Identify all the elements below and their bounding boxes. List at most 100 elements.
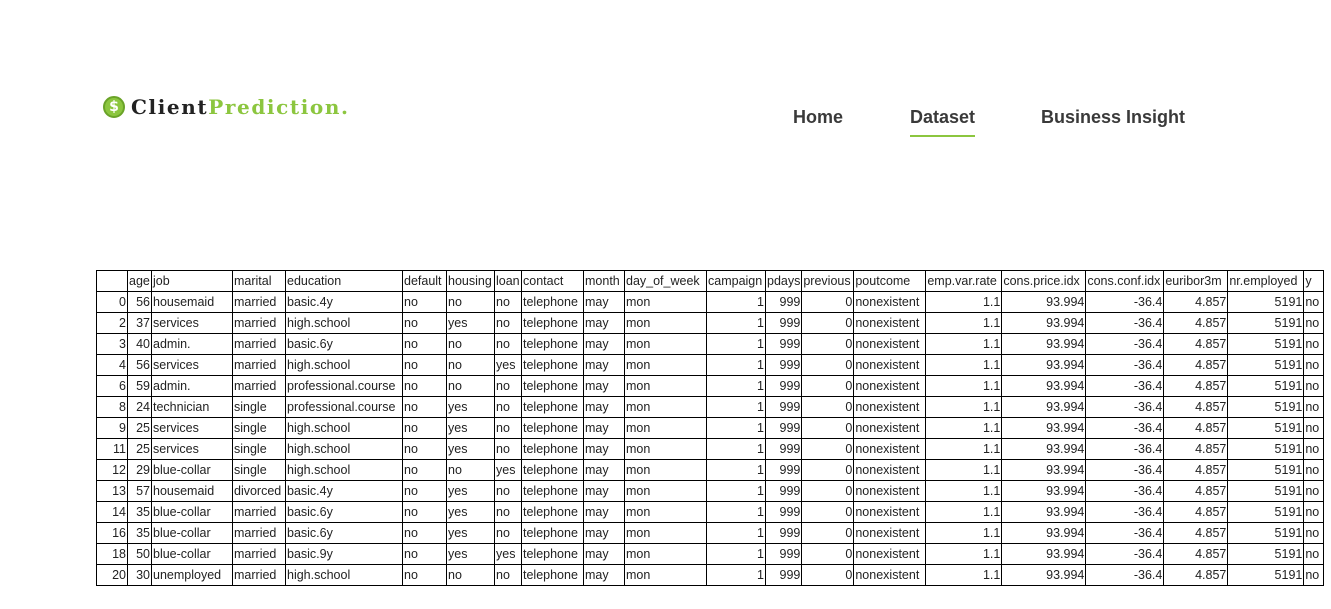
table-cell: yes: [446, 522, 495, 544]
column-header: y: [1303, 270, 1325, 292]
table-cell: 5191: [1227, 291, 1305, 313]
table-cell: telephone: [521, 375, 584, 397]
table-cell: no: [1303, 291, 1325, 313]
table-cell: 1.1: [925, 480, 1003, 502]
table-cell: married: [232, 564, 286, 586]
table-cell: -36.4: [1085, 312, 1165, 334]
table-cell: 5191: [1227, 459, 1305, 481]
table-cell: no: [494, 438, 522, 460]
table-cell: -36.4: [1085, 459, 1165, 481]
table-cell: may: [583, 459, 625, 481]
table-cell: mon: [624, 543, 707, 565]
table-cell: mon: [624, 438, 707, 460]
table-cell: 37: [127, 312, 152, 334]
nav-home[interactable]: Home: [793, 107, 843, 135]
column-header: nr.employed: [1227, 270, 1305, 292]
table-cell: telephone: [521, 396, 584, 418]
table-cell: -36.4: [1085, 438, 1165, 460]
table-cell: may: [583, 291, 625, 313]
table-cell: 4.857: [1163, 564, 1229, 586]
table-cell: 56: [127, 291, 152, 313]
table-cell: telephone: [521, 291, 584, 313]
table-cell: 57: [127, 480, 152, 502]
table-cell: nonexistent: [853, 417, 927, 439]
column-header: marital: [232, 270, 286, 292]
table-cell: may: [583, 480, 625, 502]
table-cell: 1.1: [925, 375, 1003, 397]
table-cell: 1.1: [925, 522, 1003, 544]
table-cell: housemaid: [151, 480, 233, 502]
table-cell: 35: [127, 501, 152, 523]
table-cell: no: [494, 501, 522, 523]
dollar-icon: $: [103, 96, 125, 118]
row-index-cell: 14: [96, 501, 128, 523]
table-cell: 1: [706, 333, 766, 355]
table-cell: nonexistent: [853, 564, 927, 586]
row-index-cell: 16: [96, 522, 128, 544]
table-cell: no: [402, 438, 447, 460]
table-cell: no: [494, 291, 522, 313]
table-cell: 999: [764, 375, 803, 397]
brand-logo[interactable]: $ ClientPrediction.: [103, 95, 350, 119]
table-cell: married: [232, 291, 286, 313]
table-cell: 0: [801, 312, 855, 334]
table-cell: blue-collar: [151, 459, 233, 481]
table-cell: admin.: [151, 333, 233, 355]
table-row: 11 25 services single high.school no yes no tele…: [96, 438, 1325, 460]
table-cell: 93.994: [1001, 333, 1087, 355]
table-cell: single: [232, 417, 286, 439]
table-cell: 0: [801, 354, 855, 376]
table-cell: no: [494, 480, 522, 502]
column-header: contact: [521, 270, 584, 292]
table-row: 20 30 unemployed married high.school no no no te…: [96, 564, 1325, 586]
table-cell: basic.9y: [285, 543, 403, 565]
table-cell: mon: [624, 354, 707, 376]
table-cell: 40: [127, 333, 152, 355]
table-header: age job marital education default housing loan…: [96, 270, 1325, 292]
table-cell: 999: [764, 438, 803, 460]
table-cell: -36.4: [1085, 375, 1165, 397]
table-cell: no: [1303, 522, 1325, 544]
nav-business-insight[interactable]: Business Insight: [1041, 107, 1185, 135]
table-cell: 1.1: [925, 543, 1003, 565]
table-cell: mon: [624, 312, 707, 334]
table-cell: 5191: [1227, 522, 1305, 544]
table-cell: 5191: [1227, 354, 1305, 376]
table-cell: may: [583, 564, 625, 586]
table-cell: 1.1: [925, 564, 1003, 586]
table-cell: 1: [706, 438, 766, 460]
table-cell: mon: [624, 459, 707, 481]
table-cell: 999: [764, 291, 803, 313]
table-cell: nonexistent: [853, 501, 927, 523]
row-index-cell: 20: [96, 564, 128, 586]
table-cell: blue-collar: [151, 501, 233, 523]
column-header: housing: [446, 270, 495, 292]
table-cell: mon: [624, 291, 707, 313]
table-cell: 1: [706, 375, 766, 397]
table-cell: services: [151, 438, 233, 460]
table-cell: housemaid: [151, 291, 233, 313]
table-cell: 4.857: [1163, 375, 1229, 397]
table-cell: -36.4: [1085, 501, 1165, 523]
table-cell: basic.4y: [285, 480, 403, 502]
table-cell: no: [446, 333, 495, 355]
table-cell: mon: [624, 417, 707, 439]
table-cell: admin.: [151, 375, 233, 397]
table-cell: 1: [706, 354, 766, 376]
table-cell: 999: [764, 396, 803, 418]
table-cell: high.school: [285, 564, 403, 586]
column-header: month: [583, 270, 625, 292]
table-cell: 5191: [1227, 333, 1305, 355]
table-cell: nonexistent: [853, 396, 927, 418]
nav-dataset[interactable]: Dataset: [910, 107, 976, 137]
table-cell: 5191: [1227, 396, 1305, 418]
column-header: cons.price.idx: [1001, 270, 1087, 292]
table-cell: nonexistent: [853, 543, 927, 565]
table-cell: married: [232, 333, 286, 355]
table-cell: 93.994: [1001, 543, 1087, 565]
table-cell: 5191: [1227, 501, 1305, 523]
table-cell: 1.1: [925, 354, 1003, 376]
table-cell: no: [446, 354, 495, 376]
table-cell: 35: [127, 522, 152, 544]
table-row: 14 35 blue-collar married basic.6y no yes no tel…: [96, 501, 1325, 523]
